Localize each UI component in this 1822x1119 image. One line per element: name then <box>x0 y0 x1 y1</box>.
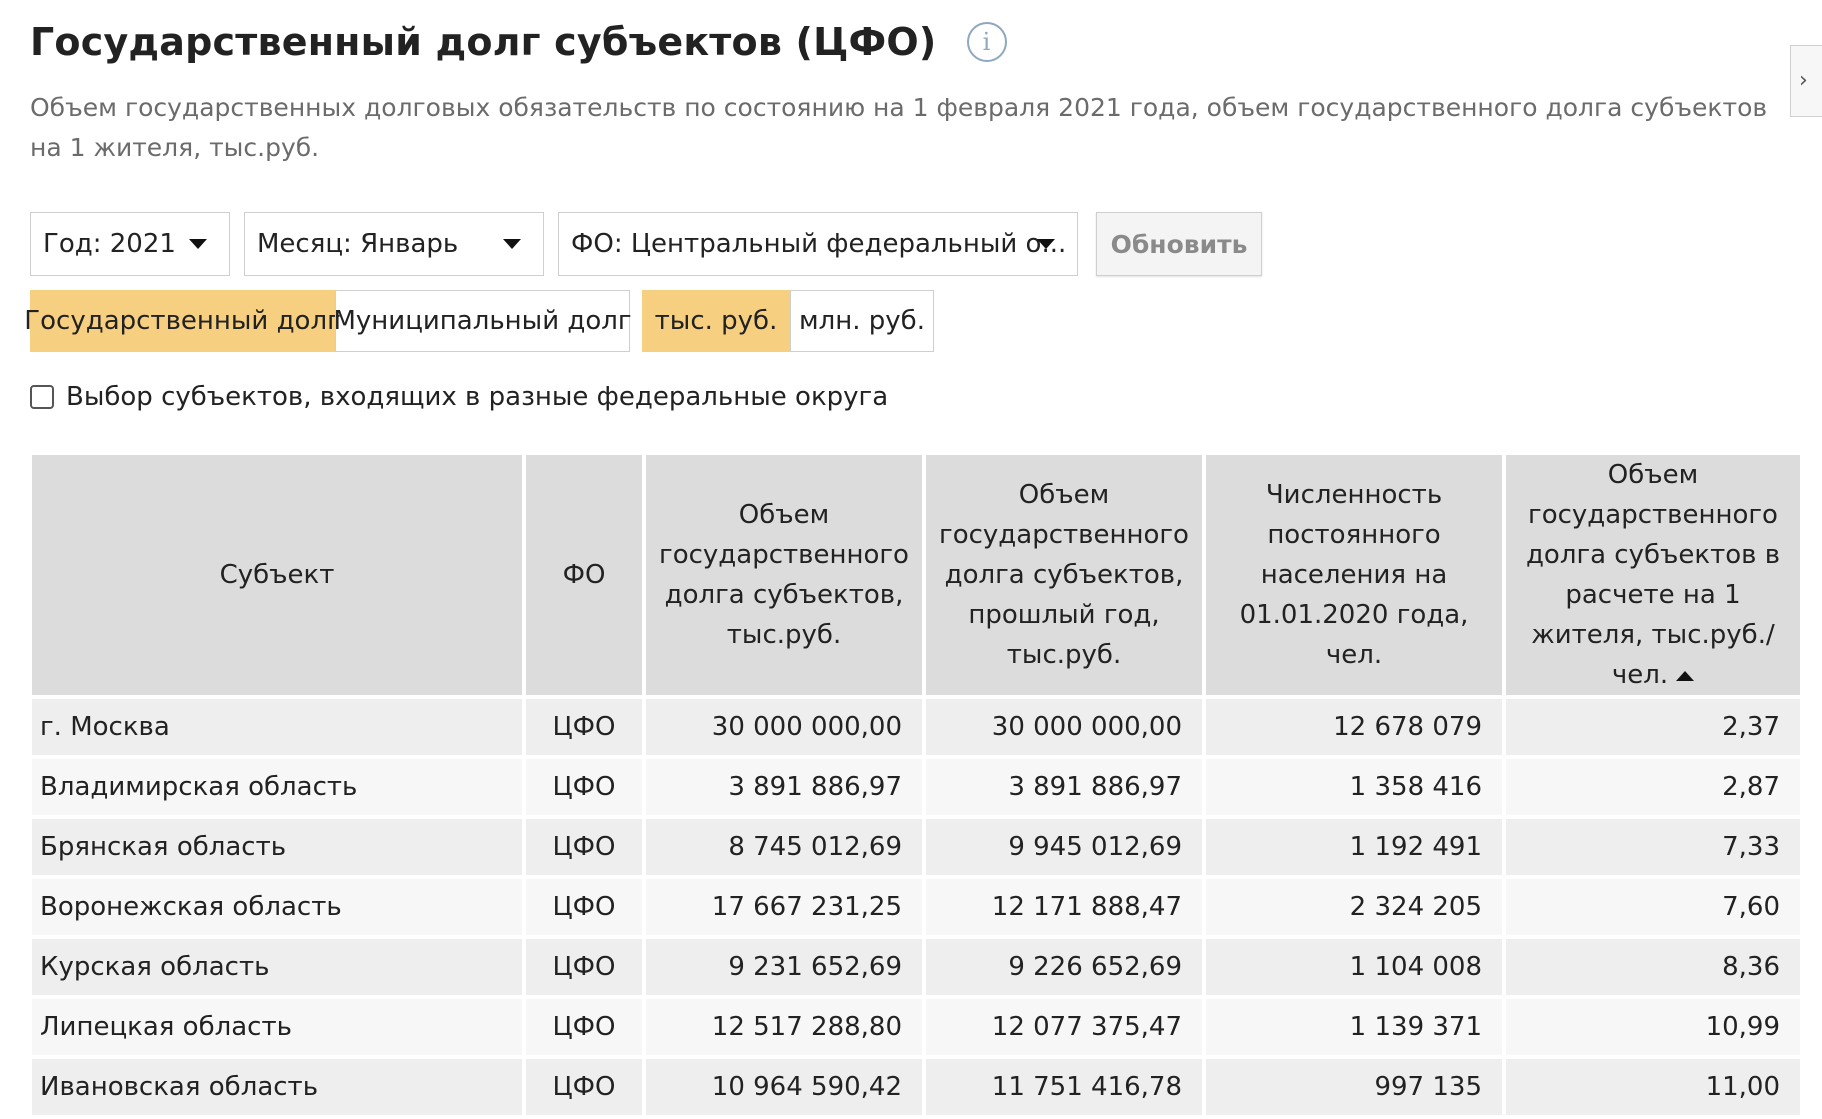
cell-subject: Ивановская область <box>32 1059 522 1115</box>
cell-district: ЦФО <box>526 879 642 935</box>
cell-debt-last-year: 9 945 012,69 <box>926 819 1202 875</box>
column-header-debt-last-year[interactable]: Объем государственного долга субъектов, … <box>926 455 1202 695</box>
cell-debt-last-year: 30 000 000,00 <box>926 699 1202 755</box>
cell-debt: 17 667 231,25 <box>646 879 922 935</box>
district-select-value: ФО: Центральный федеральный о... <box>571 229 1067 259</box>
sort-ascending-icon <box>1676 670 1695 681</box>
cell-population: 2 324 205 <box>1206 879 1502 935</box>
year-select[interactable]: Год: 2021 <box>30 212 230 276</box>
month-select[interactable]: Месяц: Январь <box>244 212 544 276</box>
cell-district: ЦФО <box>526 999 642 1055</box>
cell-subject: Воронежская область <box>32 879 522 935</box>
cell-debt: 30 000 000,00 <box>646 699 922 755</box>
page-title: Государственный долг субъектов (ЦФО) <box>30 20 937 64</box>
cell-debt-per-capita: 2,37 <box>1506 699 1800 755</box>
table-row: Курская область ЦФО 9 231 652,69 9 226 652,… <box>32 939 1800 995</box>
table-row: Брянская область ЦФО 8 745 012,69 9 945 012… <box>32 819 1800 875</box>
cell-debt-last-year: 12 077 375,47 <box>926 999 1202 1055</box>
year-select-value: Год: 2021 <box>43 229 176 259</box>
cell-district: ЦФО <box>526 819 642 875</box>
cell-debt-per-capita: 10,99 <box>1506 999 1800 1055</box>
cell-debt: 8 745 012,69 <box>646 819 922 875</box>
table-row: Владимирская область ЦФО 3 891 886,97 3 891… <box>32 759 1800 815</box>
column-header-district[interactable]: ФО <box>526 455 642 695</box>
month-select-value: Месяц: Январь <box>257 229 459 259</box>
cell-subject: г. Москва <box>32 699 522 755</box>
cell-population: 12 678 079 <box>1206 699 1502 755</box>
cell-subject: Липецкая область <box>32 999 522 1055</box>
cell-debt-per-capita: 7,60 <box>1506 879 1800 935</box>
cell-subject: Владимирская область <box>32 759 522 815</box>
cell-debt-per-capita: 8,36 <box>1506 939 1800 995</box>
cell-district: ЦФО <box>526 699 642 755</box>
toggle-state-debt[interactable]: Государственный долг <box>24 290 341 352</box>
mixed-districts-checkbox[interactable] <box>30 385 54 409</box>
side-panel-tab[interactable]: › <box>1790 45 1822 117</box>
debt-table: Субъект ФО Объем государственного долга … <box>28 451 1804 1119</box>
cell-debt-last-year: 12 171 888,47 <box>926 879 1202 935</box>
column-header-subject[interactable]: Субъект <box>32 455 522 695</box>
cell-debt-per-capita: 2,87 <box>1506 759 1800 815</box>
page-subtitle: Объем государственных долговых обязатель… <box>30 93 1768 162</box>
cell-subject: Брянская область <box>32 819 522 875</box>
table-row: Ивановская область ЦФО 10 964 590,42 11 751… <box>32 1059 1800 1115</box>
cell-debt: 10 964 590,42 <box>646 1059 922 1115</box>
cell-district: ЦФО <box>526 1059 642 1115</box>
chevron-down-icon <box>1037 239 1055 249</box>
cell-debt-per-capita: 7,33 <box>1506 819 1800 875</box>
table-body: г. Москва ЦФО 30 000 000,00 30 000 000,00 12… <box>32 699 1800 1115</box>
cell-district: ЦФО <box>526 939 642 995</box>
toggle-municipal-debt[interactable]: Муниципальный долг <box>333 290 632 352</box>
cell-subject: Курская область <box>32 939 522 995</box>
toggle-unit-thousand[interactable]: тыс. руб. <box>642 290 790 352</box>
cell-district: ЦФО <box>526 759 642 815</box>
column-header-debt-per-capita[interactable]: Объем государственного долга субъектов в… <box>1506 455 1800 695</box>
title-row: Государственный долг субъектов (ЦФО) i <box>30 20 1007 64</box>
refresh-button[interactable]: Обновить <box>1096 212 1262 276</box>
chevron-icon: › <box>1799 68 1808 93</box>
cell-population: 997 135 <box>1206 1059 1502 1115</box>
district-select[interactable]: ФО: Центральный федеральный о... <box>558 212 1078 276</box>
cell-debt: 12 517 288,80 <box>646 999 922 1055</box>
info-icon[interactable]: i <box>966 22 1007 62</box>
cell-population: 1 139 371 <box>1206 999 1502 1055</box>
toggle-unit-million[interactable]: млн. руб. <box>790 290 934 352</box>
column-header-debt[interactable]: Объем государственного долга субъектов, … <box>646 455 922 695</box>
table-header-row: Субъект ФО Объем государственного долга … <box>32 455 1800 695</box>
mixed-districts-checkbox-row[interactable]: Выбор субъектов, входящих в разные федер… <box>30 382 888 412</box>
mixed-districts-checkbox-label: Выбор субъектов, входящих в разные федер… <box>66 382 889 412</box>
table-row: г. Москва ЦФО 30 000 000,00 30 000 000,00 12… <box>32 699 1800 755</box>
chevron-down-icon <box>503 239 521 249</box>
table-row: Липецкая область ЦФО 12 517 288,80 12 077 3… <box>32 999 1800 1055</box>
cell-debt-last-year: 3 891 886,97 <box>926 759 1202 815</box>
cell-debt: 9 231 652,69 <box>646 939 922 995</box>
cell-population: 1 104 008 <box>1206 939 1502 995</box>
cell-debt-last-year: 9 226 652,69 <box>926 939 1202 995</box>
table-row: Воронежская область ЦФО 17 667 231,25 12 17… <box>32 879 1800 935</box>
column-header-population[interactable]: Численность постоянного населения на 01.… <box>1206 455 1502 695</box>
cell-debt-last-year: 11 751 416,78 <box>926 1059 1202 1115</box>
cell-population: 1 192 491 <box>1206 819 1502 875</box>
cell-population: 1 358 416 <box>1206 759 1502 815</box>
cell-debt-per-capita: 11,00 <box>1506 1059 1800 1115</box>
chevron-down-icon <box>189 239 207 249</box>
cell-debt: 3 891 886,97 <box>646 759 922 815</box>
